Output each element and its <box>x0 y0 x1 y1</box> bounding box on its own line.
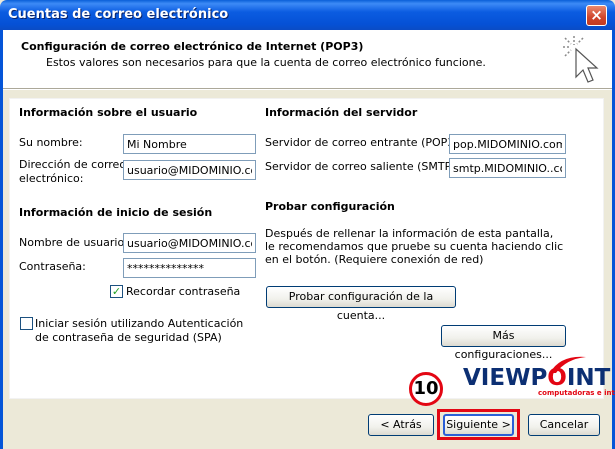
spa-label-line2: de contraseña de seguridad (SPA) <box>35 331 222 344</box>
server-info-heading: Información del servidor <box>265 106 418 119</box>
name-label: Su nombre: <box>19 136 83 149</box>
test-description-line3: en el botón. (Requiere conexión de red) <box>265 253 484 266</box>
username-field[interactable] <box>123 233 256 253</box>
logo-text-part1: VIEWP <box>463 365 548 391</box>
header-subtitle: Estos valores son necesarios para que la… <box>46 56 486 69</box>
name-field[interactable] <box>123 134 256 154</box>
incoming-server-label: Servidor de correo entrante (POP3): <box>265 136 463 149</box>
test-description-line1: Después de rellenar la información de es… <box>265 227 554 240</box>
email-label-line1: Dirección de correo <box>19 158 127 171</box>
test-account-button[interactable]: Probar configuración de la cuenta... <box>266 286 456 322</box>
outgoing-server-label: Servidor de correo saliente (SMTP): <box>265 160 460 173</box>
back-button[interactable]: < Atrás <box>368 414 434 436</box>
cursor-sparkle-icon <box>563 36 599 83</box>
username-label: Nombre de usuario: <box>19 236 128 249</box>
viewpoint-logo: VIEWPOINT <box>463 365 610 391</box>
step-number-badge: 10 <box>409 372 443 406</box>
more-settings-button[interactable]: Más configuraciones... <box>441 325 566 361</box>
login-info-heading: Información de inicio de sesión <box>19 206 213 219</box>
email-label-line2: electrónico: <box>19 172 84 185</box>
password-field[interactable] <box>123 258 256 278</box>
remember-password-label: Recordar contraseña <box>126 285 241 298</box>
test-heading: Probar configuración <box>265 200 395 213</box>
close-icon[interactable]: × <box>586 5 607 26</box>
spa-checkbox[interactable] <box>20 317 33 330</box>
password-label: Contraseña: <box>19 260 86 273</box>
outgoing-server-field[interactable] <box>449 158 566 178</box>
logo-tagline: computadoras e internet <box>538 389 615 397</box>
email-field[interactable] <box>123 160 256 180</box>
test-description-line2: le recomendamos que pruebe su cuenta hac… <box>265 240 564 253</box>
window-frame-left <box>0 30 3 449</box>
user-info-heading: Información sobre el usuario <box>19 106 198 119</box>
logo-text-o: O <box>547 365 567 391</box>
remember-password-checkbox[interactable]: ✓ <box>110 285 123 298</box>
checkmark-icon: ✓ <box>111 285 122 298</box>
incoming-server-field[interactable] <box>449 134 566 154</box>
cancel-button[interactable]: Cancelar <box>528 414 600 436</box>
window-title: Cuentas de correo electrónico <box>8 7 229 22</box>
logo-text-part2: INT <box>566 365 611 391</box>
spa-label-line1: Iniciar sesión utilizando Autenticación <box>35 317 244 330</box>
header-title: Configuración de correo electrónico de I… <box>21 40 364 53</box>
header-divider-highlight <box>3 89 612 90</box>
next-button-highlight <box>437 409 520 440</box>
